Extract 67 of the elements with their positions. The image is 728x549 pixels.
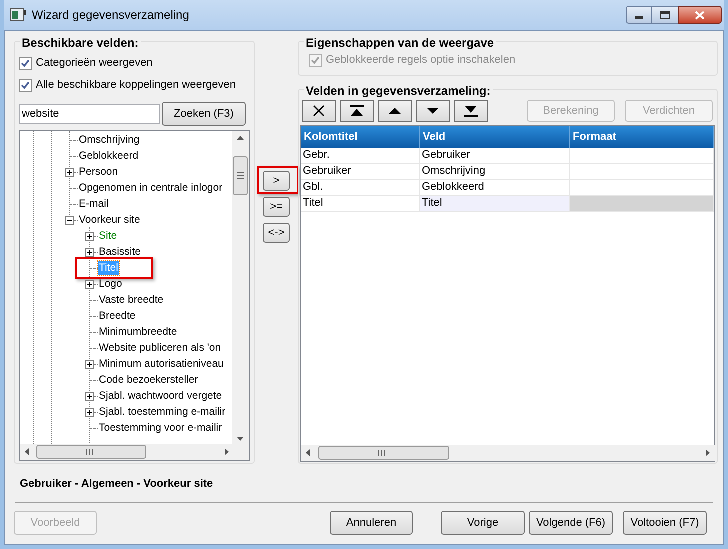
column-header[interactable]: Formaat xyxy=(570,126,714,148)
tree-item[interactable]: Sjabl. toestemming e-mailir xyxy=(98,405,227,419)
checkbox[interactable] xyxy=(19,78,32,92)
tree-item[interactable]: Geblokkeerd xyxy=(78,149,140,163)
close-icon[interactable] xyxy=(678,6,722,24)
button[interactable]: Vorige xyxy=(441,511,525,535)
button[interactable]: <-> xyxy=(263,223,290,243)
search-field[interactable]: website xyxy=(19,104,160,124)
column-header[interactable]: Kolomtitel xyxy=(301,126,420,148)
tree-item[interactable]: Omschrijving xyxy=(78,133,141,147)
button[interactable]: Annuleren xyxy=(330,511,413,535)
toolbar-button[interactable] xyxy=(378,100,412,122)
checkbox-label: Alle beschikbare koppelingen weergeven xyxy=(36,78,236,93)
expand-icon[interactable] xyxy=(85,360,94,368)
tree-item[interactable]: Logo xyxy=(98,277,124,291)
table-cell: Gebr. xyxy=(301,148,420,163)
button[interactable]: > xyxy=(263,171,290,191)
tree-item[interactable]: Basissite xyxy=(98,245,142,259)
tree-item[interactable]: Minimumbreedte xyxy=(98,325,178,339)
table-cell: Gbl. xyxy=(301,180,420,195)
expand-icon[interactable] xyxy=(85,408,94,416)
tree-item[interactable]: Breedte xyxy=(98,309,137,323)
expand-icon[interactable] xyxy=(85,248,94,256)
delete-icon xyxy=(312,104,326,118)
button[interactable]: >= xyxy=(263,197,290,217)
toolbar-button[interactable] xyxy=(302,100,336,122)
checkbox[interactable] xyxy=(19,56,32,70)
tree-item[interactable]: Code bezoekersteller xyxy=(98,373,200,387)
move-top-icon xyxy=(348,104,366,118)
window-icon xyxy=(10,8,26,22)
tree-item[interactable]: Minimum autorisatieniveau xyxy=(98,357,225,371)
expand-icon[interactable] xyxy=(85,232,94,240)
collapse-icon[interactable] xyxy=(65,216,74,224)
table-cell: Gebruiker xyxy=(301,164,420,179)
table-cell: Titel xyxy=(420,196,570,211)
tree-item[interactable]: Website publiceren als 'on xyxy=(98,341,222,355)
toolbar-button[interactable] xyxy=(454,100,488,122)
expand-icon[interactable] xyxy=(85,280,94,288)
tree-item[interactable]: Sjabl. wachtwoord vergete xyxy=(98,389,224,403)
move-bottom-icon xyxy=(462,104,480,118)
table-cell: Gebruiker xyxy=(420,148,570,163)
tree-item[interactable]: Persoon xyxy=(78,165,120,179)
checkbox-label: Geblokkeerde regels optie inschakelen xyxy=(326,53,516,68)
toolbar-button[interactable] xyxy=(416,100,450,122)
tree-item[interactable]: Opgenomen in centrale inlogor xyxy=(78,181,224,195)
tree-item[interactable]: Voorkeur site xyxy=(78,213,142,227)
column-header[interactable]: Veld xyxy=(420,126,570,148)
horizontal-scrollbar[interactable] xyxy=(20,444,249,460)
button[interactable]: Volgende (F6) xyxy=(529,511,613,535)
status-text: Gebruiker - Algemeen - Voorkeur site xyxy=(20,478,214,490)
button[interactable]: Voltooien (F7) xyxy=(623,511,707,535)
expand-icon[interactable] xyxy=(85,392,94,400)
expand-icon[interactable] xyxy=(65,168,74,176)
table-cell: Geblokkeerd xyxy=(420,180,570,195)
vertical-scrollbar[interactable] xyxy=(232,131,249,445)
horizontal-scrollbar[interactable] xyxy=(301,445,715,461)
checkbox-label: Categorieën weergeven xyxy=(36,56,153,71)
tree-item[interactable]: Site xyxy=(98,229,118,243)
maximize-icon[interactable] xyxy=(652,6,678,24)
button[interactable]: Zoeken (F3) xyxy=(162,102,246,126)
tree-item[interactable]: Toestemming voor e-mailir xyxy=(98,421,224,435)
window-title: Wizard gegevensverzameling xyxy=(32,7,190,24)
table-cell: Omschrijving xyxy=(420,164,570,179)
toolbar-button[interactable] xyxy=(340,100,374,122)
tree-item[interactable]: Vaste breedte xyxy=(98,293,165,307)
minimize-icon[interactable] xyxy=(626,6,652,24)
tree-item[interactable]: E-mail xyxy=(78,197,110,211)
